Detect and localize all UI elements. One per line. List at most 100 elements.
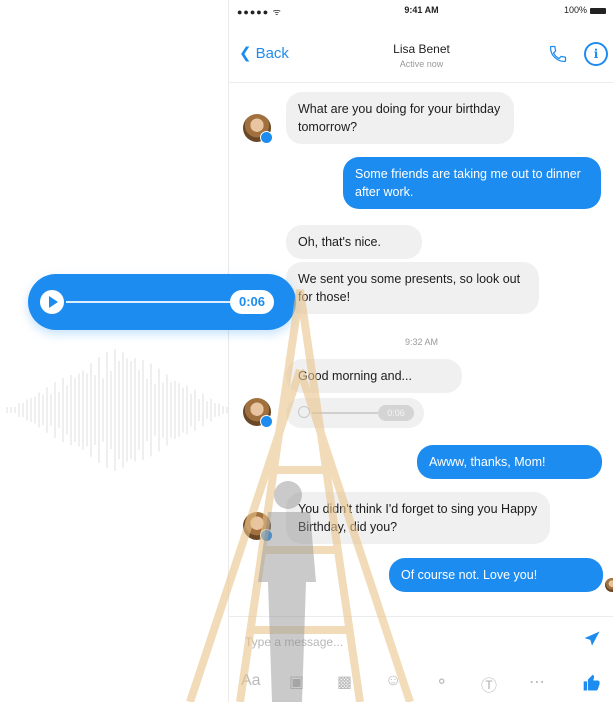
waveform-bar (186, 385, 188, 435)
waveform-bar (6, 407, 8, 413)
waveform-bar (50, 394, 52, 426)
waveform-bar (194, 389, 196, 431)
play-icon[interactable] (298, 406, 310, 418)
text-format-button[interactable]: Aa (241, 672, 261, 690)
waveform-bar (218, 403, 220, 417)
waveform-bar (58, 391, 60, 429)
messenger-badge-icon (260, 415, 273, 428)
message-outgoing[interactable]: Some friends are taking me out to dinner… (343, 157, 601, 209)
camera-icon[interactable]: ▣ (289, 672, 304, 692)
message-incoming[interactable]: We sent you some presents, so look out f… (286, 262, 539, 314)
voice-duration: 0:06 (378, 405, 414, 421)
waveform-bar (214, 403, 216, 417)
composer-toolbar: Aa ▣ ▩ ☺ ⚬ Ⓣ ⋯ (239, 672, 609, 698)
status-bar: ●●●●● ᯤ 9:41 AM 100% (229, 0, 613, 20)
waveform-bar (178, 383, 180, 437)
waveform-bar (166, 374, 168, 446)
waveform-bar (206, 401, 208, 419)
waveform-bar (158, 368, 160, 452)
voice-message-incoming[interactable]: 0:06 (286, 398, 424, 428)
microphone-icon[interactable]: ⚬ (435, 672, 448, 692)
waveform-bar (110, 370, 112, 450)
waveform-bar (82, 370, 84, 450)
message-incoming[interactable]: Good morning and... (286, 359, 462, 393)
waveform-bar (22, 402, 24, 418)
waveform-bar (66, 385, 68, 435)
waveform-bar (142, 360, 144, 460)
waveform-bar (54, 382, 56, 438)
waveform-bar (42, 394, 44, 426)
waveform-bar (130, 361, 132, 459)
conversation-header: ❮ Back Lisa Benet Active now i (229, 20, 613, 83)
waveform-bar (122, 352, 124, 468)
waveform-bar (30, 397, 32, 423)
waveform-bar (138, 370, 140, 450)
waveform-bar (18, 403, 20, 417)
more-icon[interactable]: ⋯ (529, 672, 545, 692)
waveform-bar (98, 356, 100, 464)
waveform-bar (86, 373, 88, 447)
waveform-bar (74, 377, 76, 443)
info-icon[interactable]: i (584, 42, 608, 66)
waveform-bar (126, 358, 128, 462)
phone-icon[interactable] (548, 44, 568, 69)
message-incoming[interactable]: What are you doing for your birthday tom… (286, 92, 514, 144)
like-icon[interactable] (582, 673, 602, 698)
battery-indicator: 100% (564, 5, 606, 15)
waveform-bar (62, 377, 64, 443)
voice-progress-track (312, 412, 382, 414)
read-receipt-avatar (605, 578, 613, 592)
waveform-bar (210, 398, 212, 422)
message-incoming[interactable]: Oh, that's nice. (286, 225, 422, 259)
waveform-bar (26, 399, 28, 421)
status-time: 9:41 AM (404, 5, 439, 15)
voice-duration: 0:06 (230, 290, 274, 314)
voice-message-player[interactable]: 0:06 (28, 274, 296, 330)
waveform-bar (198, 399, 200, 421)
voice-progress-track[interactable] (66, 301, 244, 303)
message-outgoing[interactable]: Awww, thanks, Mom! (417, 445, 602, 479)
waveform-bar (182, 387, 184, 433)
waveform-bar (146, 379, 148, 441)
waveform-bar (114, 349, 116, 471)
messenger-badge-icon (260, 131, 273, 144)
message-timestamp: 9:32 AM (404, 337, 439, 347)
messenger-badge-icon (260, 529, 273, 542)
battery-label: 100% (563, 5, 587, 15)
message-composer: Type a message... Aa ▣ ▩ ☺ ⚬ Ⓣ ⋯ (229, 616, 613, 702)
waveform-bar (150, 363, 152, 457)
waveform-bar (10, 407, 12, 413)
emoji-icon[interactable]: ☺ (385, 672, 401, 690)
waveform-bar (174, 381, 176, 439)
waveform-bar (170, 382, 172, 438)
waveform-bar (102, 378, 104, 442)
avatar[interactable] (243, 114, 273, 144)
waveform-icon (6, 349, 228, 471)
message-input[interactable]: Type a message... (245, 635, 343, 649)
waveform-bar (222, 406, 224, 414)
waveform-bar (106, 352, 108, 468)
waveform-bar (94, 375, 96, 445)
message-outgoing[interactable]: Of course not. Love you! (389, 558, 603, 592)
waveform-bar (162, 382, 164, 438)
waveform-bar (14, 406, 16, 414)
payment-icon[interactable]: Ⓣ (481, 672, 497, 696)
play-icon[interactable] (40, 290, 64, 314)
waveform-bar (202, 393, 204, 427)
waveform-bar (46, 387, 48, 433)
avatar[interactable] (243, 512, 273, 542)
waveform-bar (118, 360, 120, 460)
waveform-bar (190, 393, 192, 427)
message-incoming[interactable]: You didn't think I'd forget to sing you … (286, 492, 550, 544)
waveform-bar (78, 373, 80, 447)
waveform-bar (90, 363, 92, 457)
photo-icon[interactable]: ▩ (337, 672, 352, 692)
waveform-bar (70, 374, 72, 446)
waveform-bar (34, 396, 36, 424)
messenger-phone-screen: ●●●●● ᯤ 9:41 AM 100% ❮ Back Lisa Benet Ac… (228, 0, 613, 702)
send-icon[interactable] (582, 629, 602, 654)
waveform-bar (134, 358, 136, 462)
waveform-bar (38, 392, 40, 428)
avatar[interactable] (243, 398, 273, 428)
waveform-bar (154, 384, 156, 436)
